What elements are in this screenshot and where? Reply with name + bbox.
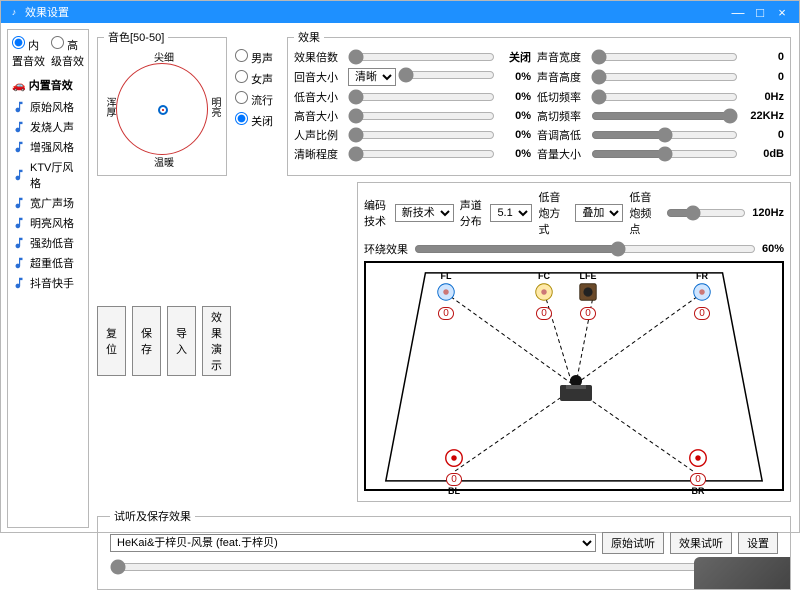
label: 高音大小 xyxy=(294,108,342,124)
music-note-icon xyxy=(12,236,26,250)
slider-lowcut[interactable] xyxy=(591,90,738,104)
radio-male[interactable]: 男声 xyxy=(235,49,279,66)
radio-off[interactable]: 关闭 xyxy=(235,112,279,129)
slider-vocal[interactable] xyxy=(348,128,495,142)
title-bar: ♪ 效果设置 — □ × xyxy=(1,1,799,23)
preset-list: 原始风格 发烧人声 增强风格 KTV厅风格 宽广声场 明亮风格 强劲低音 超重低… xyxy=(12,97,84,293)
radio-advanced[interactable]: 高级音效 xyxy=(51,36,84,69)
window-title: 效果设置 xyxy=(25,4,727,20)
minimize-button[interactable]: — xyxy=(727,5,749,20)
listener-icon[interactable] xyxy=(554,371,598,405)
music-note-icon xyxy=(12,168,26,182)
track-select[interactable]: HeKai&于梓贝-风景 (feat.于梓贝) xyxy=(110,534,596,552)
speaker-room[interactable]: FL0 FC0 LFE0 FR0 0BL 0BR xyxy=(364,261,784,491)
save-button[interactable]: 保存 xyxy=(132,306,161,376)
try-legend: 试听及保存效果 xyxy=(110,508,195,524)
music-note-icon xyxy=(12,276,26,290)
label: 高切频率 xyxy=(537,108,585,124)
echo-select[interactable]: 清晰 xyxy=(348,68,396,86)
import-button[interactable]: 导入 xyxy=(167,306,196,376)
timbre-handle-icon[interactable] xyxy=(158,105,168,115)
slider-bass[interactable] xyxy=(348,90,495,104)
preset-item[interactable]: 明亮风格 xyxy=(12,213,84,233)
bass-mode-select[interactable]: 叠加 xyxy=(575,204,623,222)
demo-button[interactable]: 效果演示 xyxy=(202,306,231,376)
radio-female[interactable]: 女声 xyxy=(235,70,279,87)
sidebar-header: 🚗 内置音效 xyxy=(12,75,84,95)
preset-item[interactable]: 原始风格 xyxy=(12,97,84,117)
encoding-select[interactable]: 新技术 xyxy=(395,204,454,222)
timbre-wheel[interactable]: 尖细 温暖 浑厚 明亮 xyxy=(104,51,220,167)
seek-slider[interactable] xyxy=(110,560,778,574)
label: 低音大小 xyxy=(294,89,342,105)
effects-legend: 效果 xyxy=(294,29,324,45)
preset-item[interactable]: 宽广声场 xyxy=(12,193,84,213)
slider-highcut[interactable] xyxy=(591,109,738,123)
preset-item[interactable]: KTV厅风格 xyxy=(12,157,84,193)
radio-pop[interactable]: 流行 xyxy=(235,91,279,108)
slider-width[interactable] xyxy=(591,50,738,64)
preset-item[interactable]: 超重低音 xyxy=(12,253,84,273)
preset-item[interactable]: 发烧人声 xyxy=(12,117,84,137)
orig-listen-button[interactable]: 原始试听 xyxy=(602,532,664,554)
speaker-fl[interactable]: FL0 xyxy=(428,271,464,320)
music-note-icon xyxy=(12,256,26,270)
slider-clarity[interactable] xyxy=(348,147,495,161)
corner-overlay xyxy=(694,557,790,589)
speaker-lfe[interactable]: LFE0 xyxy=(570,271,606,320)
sidebar: 内置音效 高级音效 🚗 内置音效 原始风格 发烧人声 增强风格 KTV厅风格 宽… xyxy=(7,29,89,528)
maximize-button[interactable]: □ xyxy=(749,5,771,20)
label: 低切频率 xyxy=(537,89,585,105)
label: 声音高度 xyxy=(537,69,585,85)
label: 人声比例 xyxy=(294,127,342,143)
channel-select[interactable]: 5.1 xyxy=(490,204,532,222)
slider-volume[interactable] xyxy=(591,147,738,161)
label: 音量大小 xyxy=(537,146,585,162)
slider-treble[interactable] xyxy=(348,109,495,123)
preset-item[interactable]: 增强风格 xyxy=(12,137,84,157)
music-note-icon xyxy=(12,196,26,210)
effects-panel: 效果 效果倍数关闭 声音宽度0 回音大小 清晰 0% 声音高度0 低音大小0% … xyxy=(287,29,791,176)
effect-listen-button[interactable]: 效果试听 xyxy=(670,532,732,554)
speaker-fc[interactable]: FC0 xyxy=(526,271,562,320)
slider-effect-mult[interactable] xyxy=(348,50,495,64)
speaker-br[interactable]: 0BR xyxy=(680,447,716,496)
music-note-icon xyxy=(12,100,26,114)
slider-echo[interactable] xyxy=(398,68,495,82)
voice-options: 男声 女声 流行 关闭 xyxy=(235,29,279,182)
app-icon: ♪ xyxy=(7,5,21,19)
timbre-legend: 音色[50-50] xyxy=(104,29,168,45)
speaker-fr[interactable]: FR0 xyxy=(684,271,720,320)
label: 效果倍数 xyxy=(294,49,342,65)
speaker-bl[interactable]: 0BL xyxy=(436,447,472,496)
slider-pitch[interactable] xyxy=(591,128,738,142)
settings-button[interactable]: 设置 xyxy=(738,532,778,554)
slider-surround[interactable] xyxy=(414,242,756,256)
music-note-icon xyxy=(12,120,26,134)
preset-item[interactable]: 抖音快手 xyxy=(12,273,84,293)
slider-bass-freq[interactable] xyxy=(666,206,746,220)
label: 声音宽度 xyxy=(537,49,585,65)
close-button[interactable]: × xyxy=(771,5,793,20)
label: 回音大小 xyxy=(294,69,342,85)
music-note-icon xyxy=(12,140,26,154)
music-note-icon xyxy=(12,216,26,230)
try-panel: 试听及保存效果 HeKai&于梓贝-风景 (feat.于梓贝) 原始试听 效果试… xyxy=(97,508,791,590)
label: 音调高低 xyxy=(537,127,585,143)
main-panel: 音色[50-50] 尖细 温暖 浑厚 明亮 男声 女声 流行 关闭 xyxy=(89,23,799,534)
surround-panel: 编码技术 新技术 声道分布 5.1 低音炮方式 叠加 低音炮频点 120Hz 环… xyxy=(357,182,791,502)
reset-button[interactable]: 复位 xyxy=(97,306,126,376)
label: 清晰程度 xyxy=(294,146,342,162)
radio-builtin[interactable]: 内置音效 xyxy=(12,36,45,69)
preset-item[interactable]: 强劲低音 xyxy=(12,233,84,253)
timbre-panel: 音色[50-50] 尖细 温暖 浑厚 明亮 xyxy=(97,29,227,176)
slider-height[interactable] xyxy=(591,70,738,84)
